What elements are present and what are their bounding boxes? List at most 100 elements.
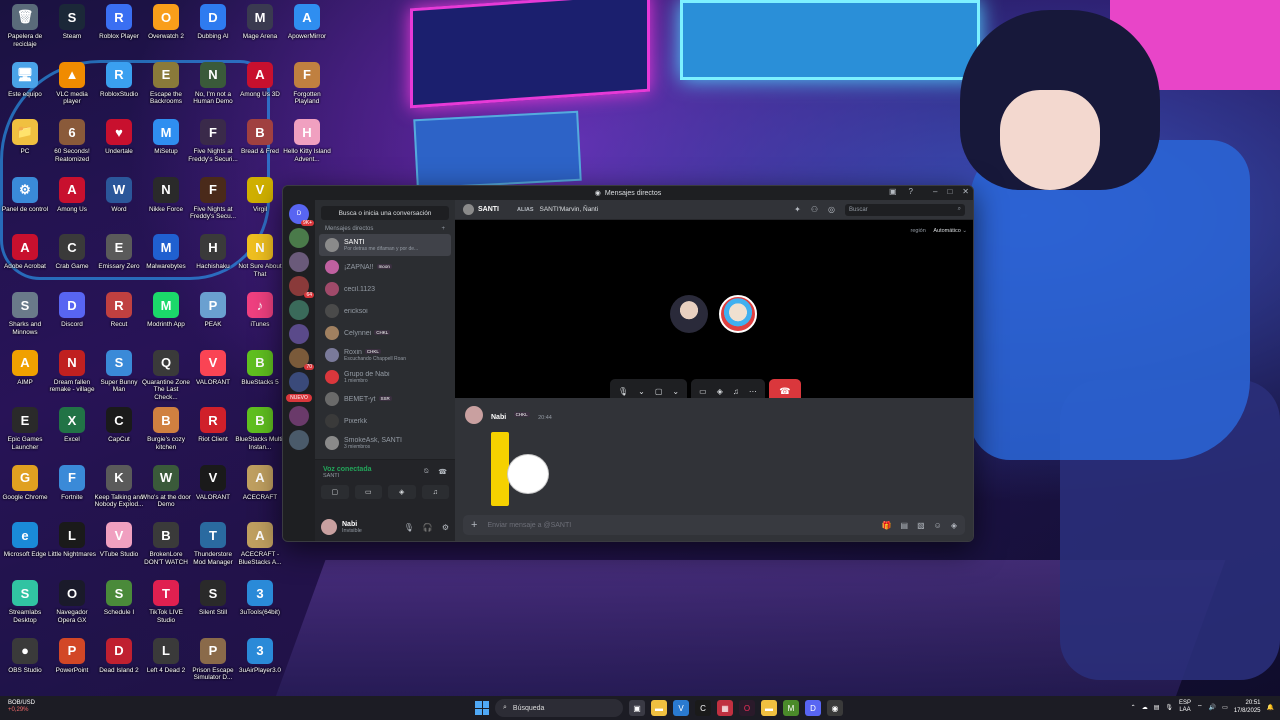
server-icon[interactable] (289, 372, 309, 392)
desktop-shortcut[interactable]: A Adobe Acrobat (0, 234, 50, 271)
desktop-shortcut[interactable]: A ACECRAFT (235, 464, 285, 502)
activity-button[interactable]: ◈ (388, 485, 416, 499)
search-input[interactable]: Buscar ⌕ (845, 203, 965, 216)
attach-plus-icon[interactable]: + (471, 519, 477, 531)
dm-item[interactable]: cecil.1123 (319, 278, 451, 300)
desktop-shortcut[interactable]: X Excel (47, 407, 97, 444)
desktop-shortcut[interactable]: N Dream fallen remake - village (47, 349, 97, 394)
dm-item[interactable]: Grupo de Nabi 1 miembro (319, 366, 451, 388)
region-selector[interactable]: región Automático ⌄ (911, 228, 967, 234)
desktop-shortcut[interactable]: S Silent Still (188, 580, 238, 617)
desktop-shortcut[interactable]: ♥ Undertale (94, 119, 144, 156)
desktop-shortcut[interactable]: G Google Chrome (0, 464, 50, 502)
desktop-shortcut[interactable]: T Thunderstore Mod Manager (188, 522, 238, 566)
desktop-shortcut[interactable]: S Schedule I (94, 580, 144, 617)
desktop-shortcut[interactable]: T TikTok LIVE Studio (141, 580, 191, 624)
desktop-shortcut[interactable]: V VTube Studio (94, 522, 144, 559)
desktop-shortcut[interactable]: E Escape the Backrooms (141, 61, 191, 106)
desktop-shortcut[interactable]: ● OBS Studio (0, 637, 50, 675)
dm-item[interactable]: SmokeAsk, SANTI 3 miembros (319, 432, 451, 454)
desktop-shortcut[interactable]: A ACECRAFT - BlueStacks A... (235, 522, 285, 566)
desktop-shortcut[interactable]: F Five Nights at Freddy's Secu... (188, 176, 238, 221)
desktop-shortcut[interactable]: 📁 PC (0, 119, 50, 156)
desktop-shortcut[interactable]: O Navegador Opera GX (47, 580, 97, 624)
desktop-shortcut[interactable]: B Bread & Fred (235, 119, 285, 156)
desktop-shortcut[interactable]: Q Quarantine Zone The Last Check... (141, 349, 191, 402)
desktop-shortcut[interactable]: M Malwarebytes (141, 234, 191, 271)
desktop-shortcut[interactable]: K Keep Talking and Nobody Explod... (94, 464, 144, 509)
desktop-shortcut[interactable]: O Overwatch 2 (141, 4, 191, 41)
desktop-shortcut[interactable]: S Super Bunny Man (94, 349, 144, 394)
vscode-icon[interactable]: V (673, 700, 689, 716)
camera-button[interactable]: ▢ (321, 485, 349, 499)
disconnect-icon[interactable]: ☎ (438, 468, 447, 476)
dm-item[interactable]: SANTI Por detras me difaman y por de... (319, 234, 451, 256)
notification-icon[interactable]: 🔔 (1267, 704, 1274, 711)
desktop-shortcut[interactable]: W Who's at the door Demo (141, 464, 191, 509)
discord-home-icon[interactable]: D 9K+ (289, 204, 314, 226)
sticker-icon[interactable]: ▧ (917, 521, 925, 530)
language-indicator[interactable]: ESP LAA (1179, 700, 1191, 714)
dm-item[interactable]: BEMET-yt SSR (319, 388, 451, 410)
server-icon[interactable] (289, 324, 309, 344)
desktop-shortcut[interactable]: D Discord (47, 292, 97, 329)
inbox-icon[interactable]: ▣ (889, 187, 897, 196)
chevron-down-icon[interactable]: ⌄ (638, 387, 645, 396)
server-icon[interactable] (289, 300, 309, 320)
close-button[interactable]: ✕ (962, 187, 969, 196)
add-dm-icon[interactable]: + (441, 226, 445, 232)
window-titlebar[interactable]: ◉ Mensajes directos ▣ ? – □ ✕ (283, 186, 973, 200)
volume-icon[interactable]: 🔊 (1209, 704, 1216, 711)
gamepad-icon[interactable]: ◈ (717, 387, 723, 396)
pinned-icon[interactable]: ✦ (794, 205, 801, 214)
desktop-shortcut[interactable]: E Epic Games Launcher (0, 407, 50, 451)
desktop-shortcut[interactable]: D Dubbing AI (188, 4, 238, 41)
more-icon[interactable]: ⋯ (749, 387, 757, 396)
desktop-shortcut[interactable]: S Streamlabs Desktop (0, 580, 50, 624)
server-icon[interactable]: 64 (289, 276, 314, 298)
desktop-shortcut[interactable]: A Among Us 3D (235, 61, 285, 99)
chevron-down-icon[interactable]: ⌄ (672, 387, 679, 396)
desktop-shortcut[interactable]: 3 3uTools(64bit) (235, 580, 285, 617)
desktop-shortcut[interactable]: P Prison Escape Simulator D... (188, 637, 238, 682)
avatar[interactable] (465, 406, 483, 424)
message-author[interactable]: Nabi (491, 414, 506, 421)
desktop-shortcut[interactable]: F Fortnite (47, 464, 97, 502)
desktop-shortcut[interactable]: M Mage Arena (235, 4, 285, 41)
desktop-shortcut[interactable]: E Emissary Zero (94, 234, 144, 271)
server-icon[interactable] (289, 406, 309, 426)
screen-share-icon[interactable]: ▭ (699, 387, 707, 396)
server-icon[interactable] (289, 252, 309, 272)
search-conversation-button[interactable]: Busca o inicia una conversación (321, 206, 449, 220)
microphone-icon[interactable]: 🎙 (404, 523, 414, 532)
desktop-shortcut[interactable]: P PowerPoint (47, 637, 97, 675)
desktop-shortcut[interactable]: S Sharks and Minnows (0, 292, 50, 336)
capcut-icon[interactable]: C (695, 700, 711, 716)
dm-item[interactable]: ericksoi (319, 300, 451, 322)
cloud-icon[interactable]: ☁ (1142, 704, 1148, 711)
desktop-shortcut[interactable]: R Riot Client (188, 407, 238, 444)
start-button[interactable] (475, 701, 489, 715)
dm-item[interactable]: Celynnei CHKL (319, 322, 451, 344)
desktop-shortcut[interactable]: D Dead Island 2 (94, 637, 144, 675)
desktop-shortcut[interactable]: ⚙ Panel de control (0, 176, 50, 214)
microphone-icon[interactable]: 🎙 (1165, 704, 1173, 711)
headphones-icon[interactable]: 🎧 (423, 523, 433, 532)
desktop-shortcut[interactable]: S Steam (47, 4, 97, 41)
file-explorer-icon[interactable]: ▬ (651, 700, 667, 716)
desktop-shortcut[interactable]: 6 60 Seconds! Reatomized (47, 119, 97, 163)
desktop-shortcut[interactable]: L Little Nightmares (47, 522, 97, 559)
microphone-icon[interactable]: 🎙 (618, 387, 628, 396)
minimize-button[interactable]: – (933, 187, 937, 196)
chevron-up-icon[interactable]: ⌃ (1131, 704, 1136, 711)
desktop-shortcut[interactable]: C Crab Game (47, 234, 97, 271)
desktop-shortcut[interactable]: A AIMP (0, 349, 50, 387)
desktop-shortcut[interactable]: V Virgil (235, 176, 285, 214)
calendar-icon[interactable]: ▦ (717, 700, 733, 716)
clock[interactable]: 20:51 17/8/2025 (1234, 699, 1261, 715)
desktop-shortcut[interactable]: N Nikke Force (141, 176, 191, 214)
wifi-icon[interactable]: ⌔ (1197, 703, 1203, 711)
avatar[interactable] (463, 204, 474, 215)
desktop-shortcut[interactable]: N Not Sure About That (235, 234, 285, 278)
call-participant-avatar[interactable] (670, 295, 708, 333)
